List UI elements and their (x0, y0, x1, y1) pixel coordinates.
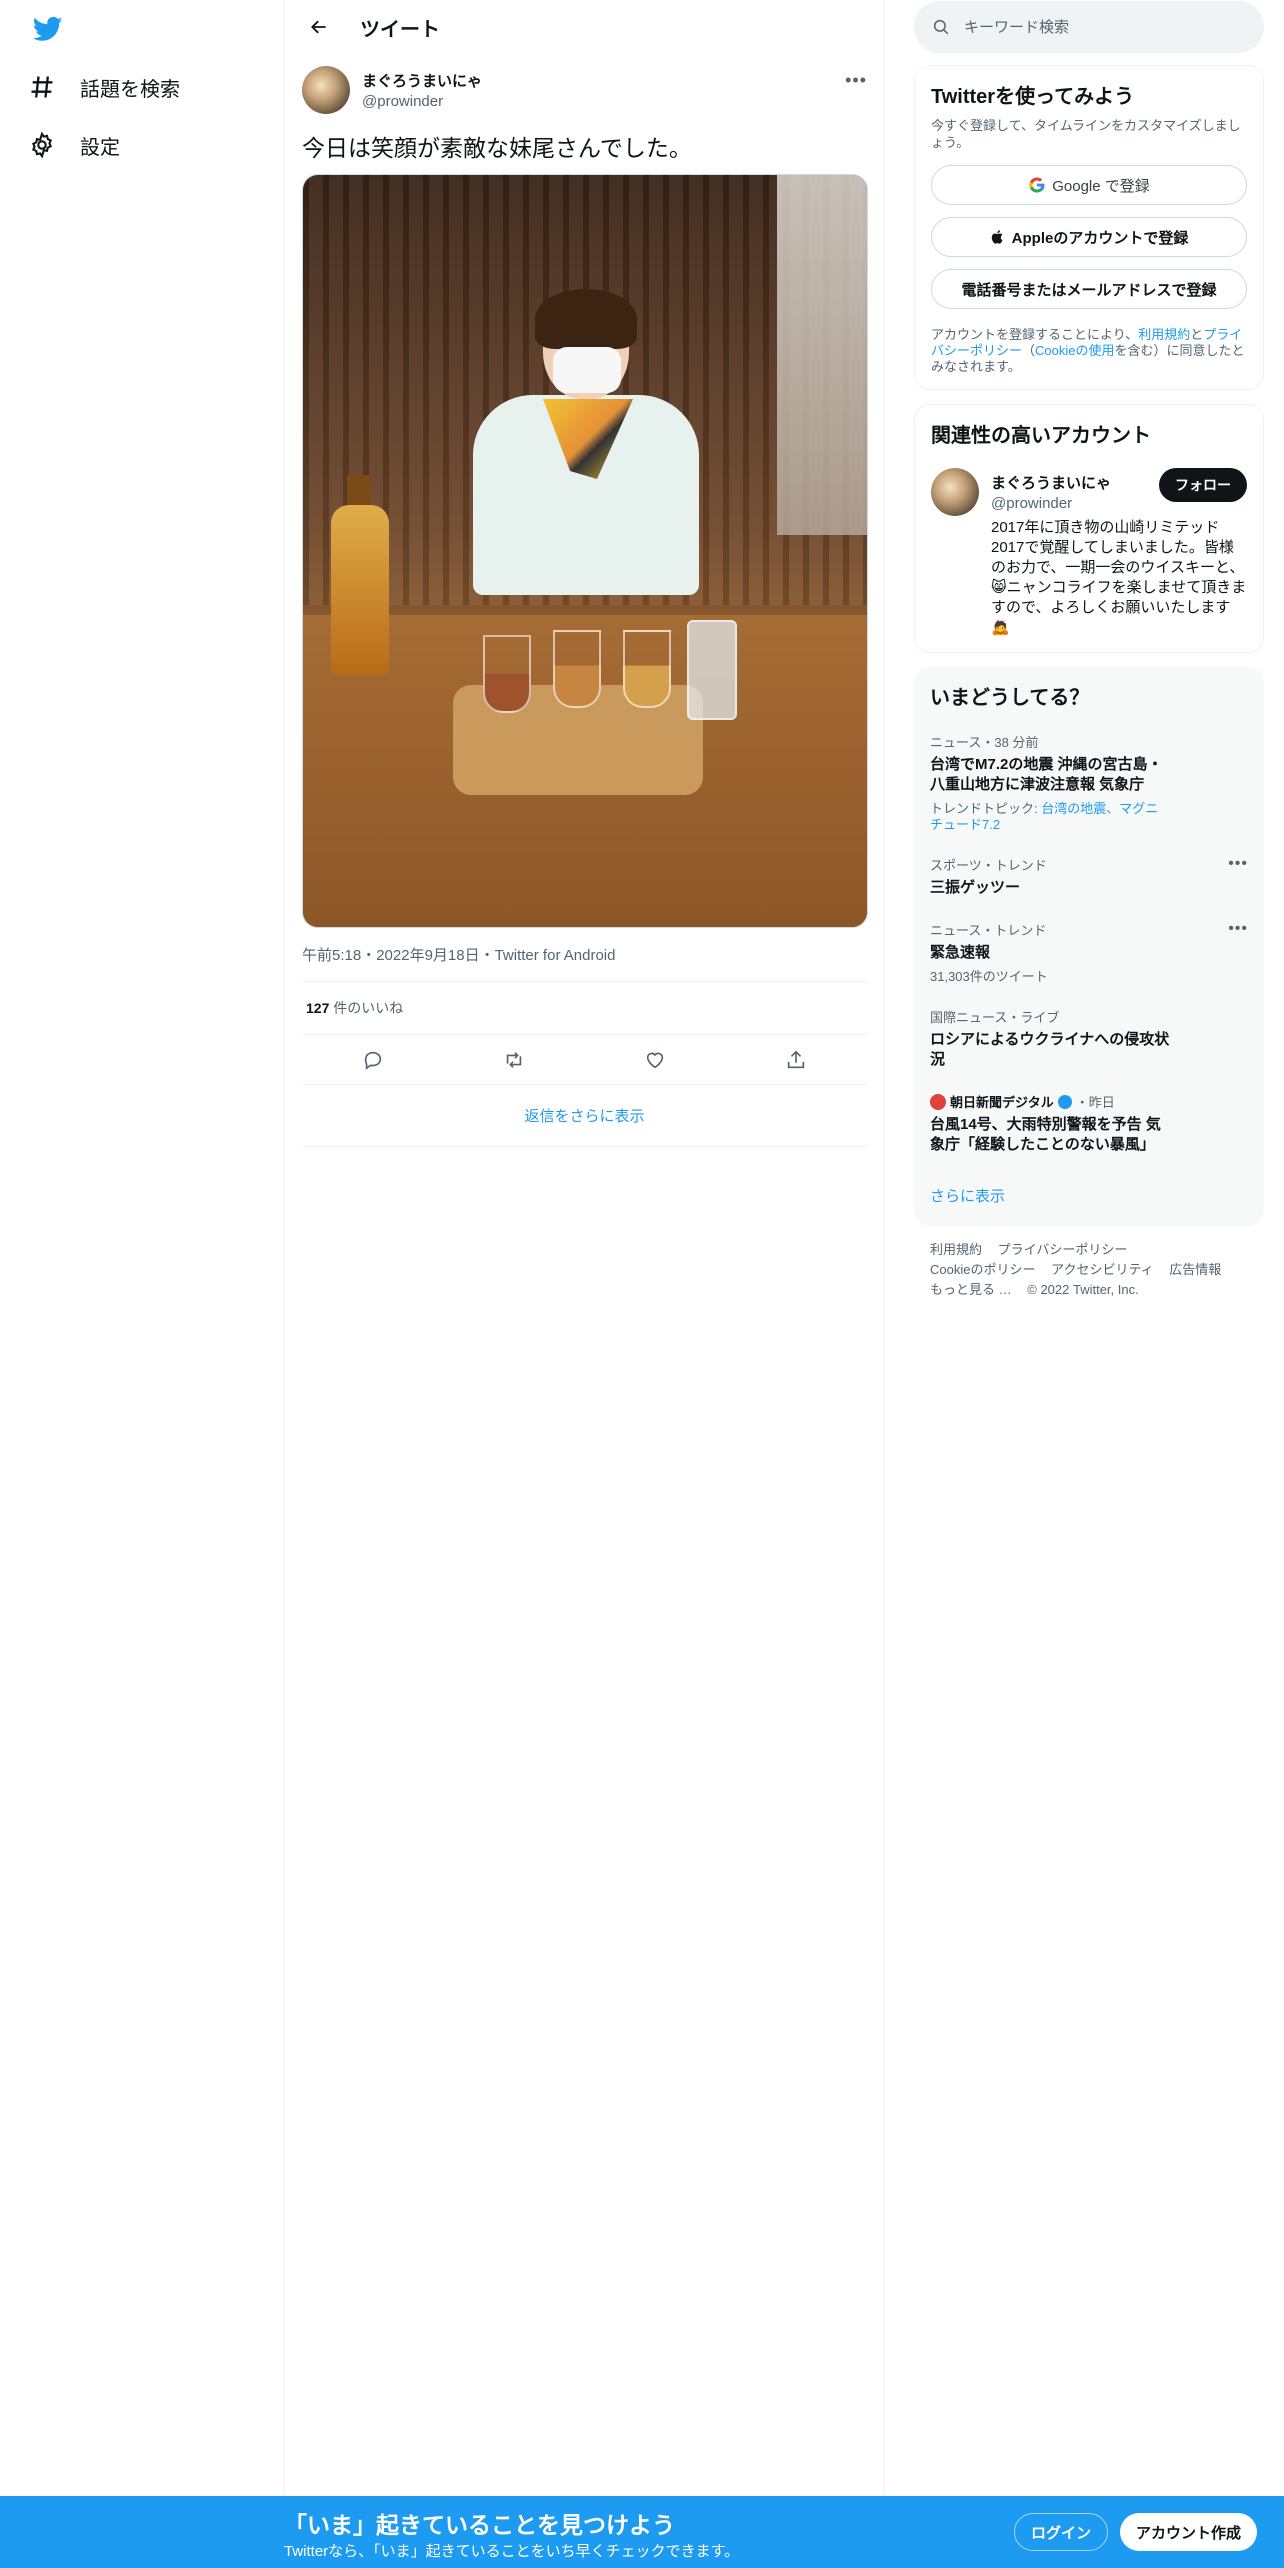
search-box[interactable] (914, 1, 1264, 53)
tweet-author: まぐろうまいにゃ @prowinder ••• (302, 64, 867, 116)
signup-card: Twitterを使ってみよう 今すぐ登録して、タイムラインをカスタマイズしましょ… (914, 65, 1264, 390)
author-handle[interactable]: @prowinder (362, 93, 482, 110)
terms-link[interactable]: 利用規約 (1138, 327, 1190, 342)
related-account-bio: 2017年に頂き物の山崎リミテッド2017で覚醒してしまいました。皆様のお力で、… (991, 519, 1247, 636)
signup-card-subtitle: 今すぐ登録して、タイムラインをカスタマイズしましょう。 (931, 118, 1241, 150)
phone-email-signup-label: 電話番号またはメールアドレスで登録 (961, 281, 1217, 299)
related-accounts-title: 関連性の高いアカウント (931, 425, 1151, 447)
twitter-logo-icon[interactable] (30, 14, 66, 44)
legal-paren: （ (1022, 343, 1036, 358)
footer-ads-link[interactable]: 広告情報 (1169, 1262, 1221, 1277)
google-signup-button[interactable]: Google で登録 (931, 165, 1247, 205)
likes-row[interactable]: 127 件のいいね (302, 982, 867, 1035)
footer-privacy-link[interactable]: プライバシーポリシー (998, 1242, 1128, 1257)
bottom-bar-title: 「いま」起きていることを見つけよう (284, 2512, 675, 2538)
search-input[interactable] (964, 18, 1224, 36)
signup-card-title: Twitterを使ってみよう (931, 86, 1135, 108)
bottom-signup-bar: 「いま」起きていることを見つけよう Twitterなら、「いま」起きていることを… (0, 2496, 1284, 2568)
nav-item-label: 話題を検索 (80, 78, 180, 101)
arrow-left-icon (311, 20, 326, 34)
apple-signup-button[interactable]: Appleのアカウントで登録 (931, 217, 1247, 257)
bottom-bar-subtitle: Twitterなら、「いま」起きていることをいち早くチェックできます。 (284, 2543, 740, 2560)
footer-links: 利用規約 プライバシーポリシー Cookieのポリシー アクセシビリティ 広告情… (914, 1240, 1264, 1300)
google-signup-label: Google で登録 (1052, 177, 1150, 195)
footer-terms-link[interactable]: 利用規約 (930, 1242, 982, 1257)
trend-title: 三振ゲッツー (930, 879, 1021, 896)
author-name[interactable]: まぐろうまいにゃ (362, 70, 482, 91)
trend-meta: 国際ニュース・ライブ (930, 1010, 1060, 1025)
login-button[interactable]: ログイン (1014, 2513, 1109, 2551)
follow-button[interactable]: フォロー (1159, 468, 1247, 502)
more-options-icon[interactable]: ••• (845, 70, 867, 91)
show-more-replies-link[interactable]: 返信をさらに表示 (302, 1085, 867, 1147)
page-title: ツイート (360, 18, 440, 41)
share-icon[interactable] (785, 1049, 807, 1071)
cookie-link[interactable]: Cookieの使用 (1035, 343, 1114, 358)
apple-icon (991, 230, 1003, 244)
left-nav: 話題を検索 設定 (0, 0, 285, 2496)
apple-signup-label: Appleのアカウントで登録 (1011, 229, 1189, 247)
news-logo-icon (930, 1093, 946, 1110)
trends-card: いまどうしてる？ ニュース・38 分前 台湾でM7.2の地震 沖縄の宮古島・八重… (914, 667, 1264, 1226)
trend-meta: ニュース・トレンド (930, 923, 1047, 938)
nav-item-settings[interactable]: 設定 (28, 120, 120, 170)
tweet-photo[interactable] (302, 174, 868, 928)
nav-item-explore[interactable]: 話題を検索 (28, 62, 180, 112)
back-button[interactable] (302, 10, 336, 44)
legal-prefix: アカウントを登録することにより、 (931, 327, 1139, 342)
reply-icon[interactable] (362, 1049, 384, 1071)
nav-item-label: 設定 (80, 136, 120, 159)
avatar[interactable] (302, 66, 350, 114)
tweet-timestamp[interactable]: 午前5:18・2022年9月18日・Twitter for Android (302, 944, 867, 982)
likes-count: 127 (306, 1000, 330, 1016)
trend-item[interactable]: 朝日新聞デジタル ・昨日 台風14号、大雨特別警報を予告 気象庁「経験したことの… (930, 1092, 1248, 1155)
trend-topic-prefix: トレンドトピック: (930, 801, 1042, 816)
trend-item[interactable]: スポーツ・トレンド 三振ゲッツー ••• (930, 855, 1248, 898)
footer-accessibility-link[interactable]: アクセシビリティ (1051, 1262, 1154, 1277)
trend-meta: スポーツ・トレンド (930, 858, 1047, 873)
hashtag-icon (31, 76, 53, 98)
signup-button[interactable]: アカウント作成 (1120, 2513, 1258, 2551)
trend-item[interactable]: ニュース・38 分前 台湾でM7.2の地震 沖縄の宮古島・八重山地方に津波注意報… (930, 732, 1248, 833)
tweet-text: 今日は笑顔が素敵な妹尾さんでした。 (302, 135, 692, 161)
retweet-icon[interactable] (503, 1049, 525, 1071)
footer-copyright: © 2022 Twitter, Inc. (1027, 1282, 1139, 1297)
likes-label: 件のいいね (333, 1000, 404, 1016)
signup-legal-text: アカウントを登録することにより、利用規約とプライバシーポリシー（Cookieの使… (931, 327, 1247, 375)
related-accounts-card: 関連性の高いアカウント まぐろうまいにゃ @prowinder 2017年に頂き… (914, 404, 1264, 653)
tweet-actions (302, 1035, 867, 1085)
trend-item[interactable]: ニュース・トレンド 緊急速報 31,303件のツイート ••• (930, 920, 1248, 985)
trend-title: 台風14号、大雨特別警報を予告 気象庁「経験したことのない暴風」 (930, 1116, 1161, 1153)
trend-item[interactable]: 国際ニュース・ライブ ロシアによるウクライナへの侵攻状況 (930, 1007, 1248, 1070)
search-icon (933, 19, 949, 35)
trend-title: ロシアによるウクライナへの侵攻状況 (930, 1031, 1170, 1068)
trend-title: 台湾でM7.2の地震 沖縄の宮古島・八重山地方に津波注意報 気象庁 (930, 756, 1163, 793)
main-column: ツイート まぐろうまいにゃ @prowinder ••• 今日は笑顔が素敵な妹尾… (286, 0, 884, 2496)
avatar[interactable] (931, 468, 979, 516)
news-time: ・昨日 (1075, 1095, 1115, 1110)
trend-tweet-count: 31,303件のツイート (930, 969, 1048, 984)
trend-topic: トレンドトピック: 台湾の地震、マグニチュード7.2 (930, 801, 1170, 833)
trend-title: 緊急速報 (930, 944, 991, 961)
phone-email-signup-button[interactable]: 電話番号またはメールアドレスで登録 (931, 269, 1247, 309)
right-sidebar: Twitterを使ってみよう 今すぐ登録して、タイムラインをカスタマイズしましょ… (914, 0, 1264, 1300)
footer-cookie-link[interactable]: Cookieのポリシー (930, 1262, 1035, 1277)
show-more-link[interactable]: さらに表示 (930, 1185, 1248, 1206)
trend-meta: ニュース・38 分前 (930, 735, 1039, 750)
heart-icon[interactable] (644, 1049, 666, 1071)
google-icon (1029, 177, 1045, 193)
footer-more-link[interactable]: もっと見る … (930, 1282, 1012, 1297)
more-options-icon[interactable]: ••• (1228, 920, 1248, 938)
trends-title: いまどうしてる？ (930, 687, 1090, 709)
page-header: ツイート (286, 0, 883, 54)
more-options-icon[interactable]: ••• (1228, 855, 1248, 873)
verified-badge-icon (1057, 1094, 1072, 1109)
related-account[interactable]: まぐろうまいにゃ @prowinder 2017年に頂き物の山崎リミテッド201… (931, 468, 1247, 638)
legal-and: と (1190, 327, 1204, 342)
gear-icon (32, 131, 52, 159)
news-source-name: 朝日新聞デジタル (950, 1095, 1054, 1110)
tweet: まぐろうまいにゃ @prowinder ••• 今日は笑顔が素敵な妹尾さんでした… (286, 54, 883, 1147)
news-source: 朝日新聞デジタル ・昨日 (930, 1092, 1248, 1111)
